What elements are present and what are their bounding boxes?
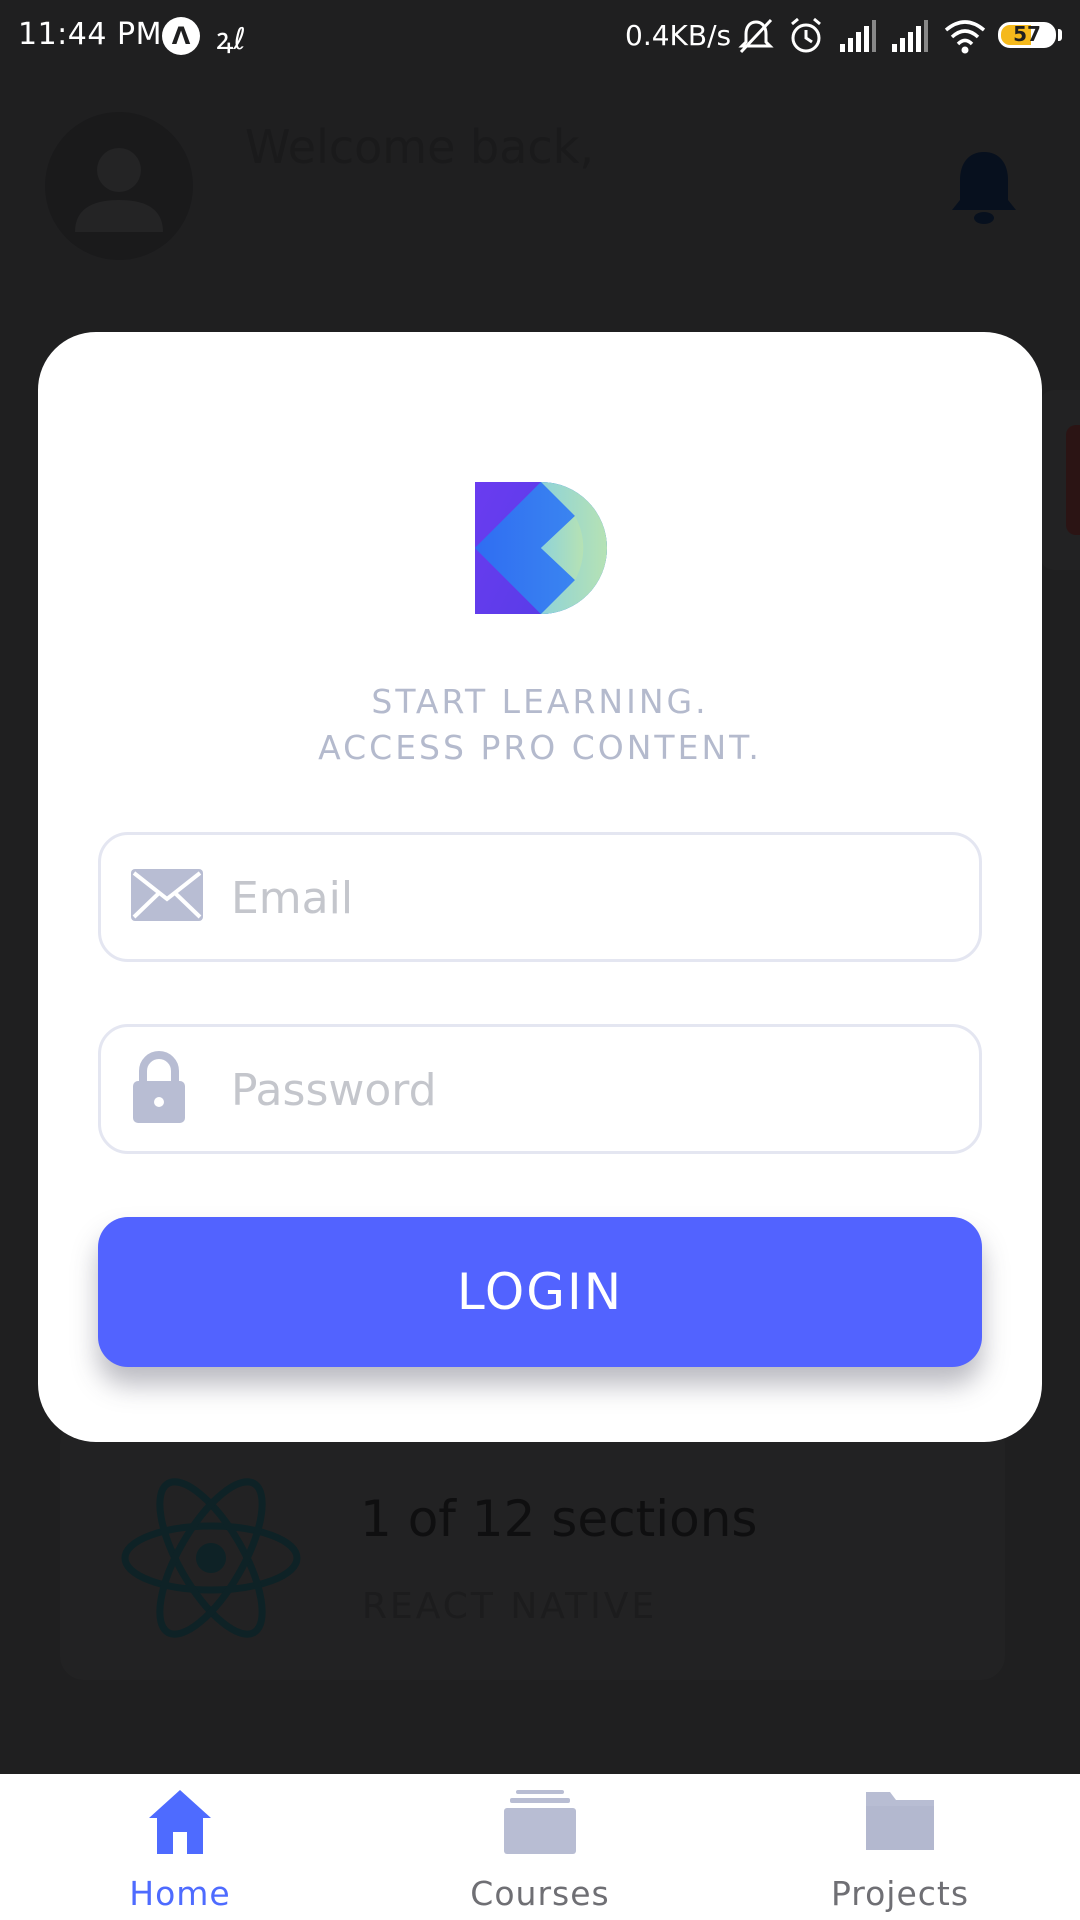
bell-icon[interactable]	[948, 148, 1020, 228]
tab-home[interactable]: Home	[70, 1774, 290, 1920]
password-field[interactable]	[98, 1024, 982, 1154]
login-button[interactable]: LOGIN	[98, 1217, 982, 1367]
password-input[interactable]	[229, 1049, 953, 1131]
app-notification-icon-2: ꝝℓ	[216, 22, 246, 57]
status-time: 11:44 PM	[18, 17, 162, 52]
home-icon	[149, 1790, 211, 1854]
login-modal: START LEARNING. ACCESS PRO CONTENT. LOGI…	[38, 332, 1042, 1442]
signal-icon-2	[892, 20, 928, 52]
mute-icon	[738, 18, 774, 54]
tab-projects-label: Projects	[830, 1874, 970, 1913]
network-speed: 0.4KB/s	[625, 19, 732, 52]
tab-projects[interactable]: Projects	[790, 1774, 1010, 1920]
signal-icon	[840, 20, 876, 52]
wifi-icon	[944, 20, 986, 54]
battery-icon: 57	[998, 22, 1056, 48]
email-input[interactable]	[229, 857, 953, 939]
alarm-icon	[791, 17, 821, 53]
mail-icon	[131, 869, 203, 921]
status-bar: 11:44 PM Λ ꝝℓ 0.4KB/s 57	[0, 0, 1080, 72]
folder-icon	[866, 1792, 934, 1850]
courses-icon	[504, 1790, 576, 1854]
lock-icon	[133, 1051, 185, 1123]
tab-home-label: Home	[129, 1874, 231, 1913]
user-icon	[75, 148, 163, 232]
tagline-line-2: ACCESS PRO CONTENT.	[318, 728, 762, 767]
app-logo	[475, 482, 607, 614]
battery-level: 57	[1013, 22, 1041, 46]
tagline-line-1: START LEARNING.	[371, 682, 709, 721]
tab-courses[interactable]: Courses	[430, 1774, 650, 1920]
section-progress-text: 1 of 12 sections	[360, 1490, 758, 1548]
app-notification-icon: Λ	[162, 17, 200, 55]
email-field[interactable]	[98, 832, 982, 962]
tab-courses-label: Courses	[470, 1874, 610, 1913]
tab-bar: Home Courses Projects	[0, 1774, 1080, 1920]
section-course-name: REACT NATIVE	[362, 1586, 658, 1627]
welcome-text: Welcome back,	[245, 120, 594, 174]
avatar	[45, 112, 193, 260]
react-icon	[121, 1478, 301, 1638]
